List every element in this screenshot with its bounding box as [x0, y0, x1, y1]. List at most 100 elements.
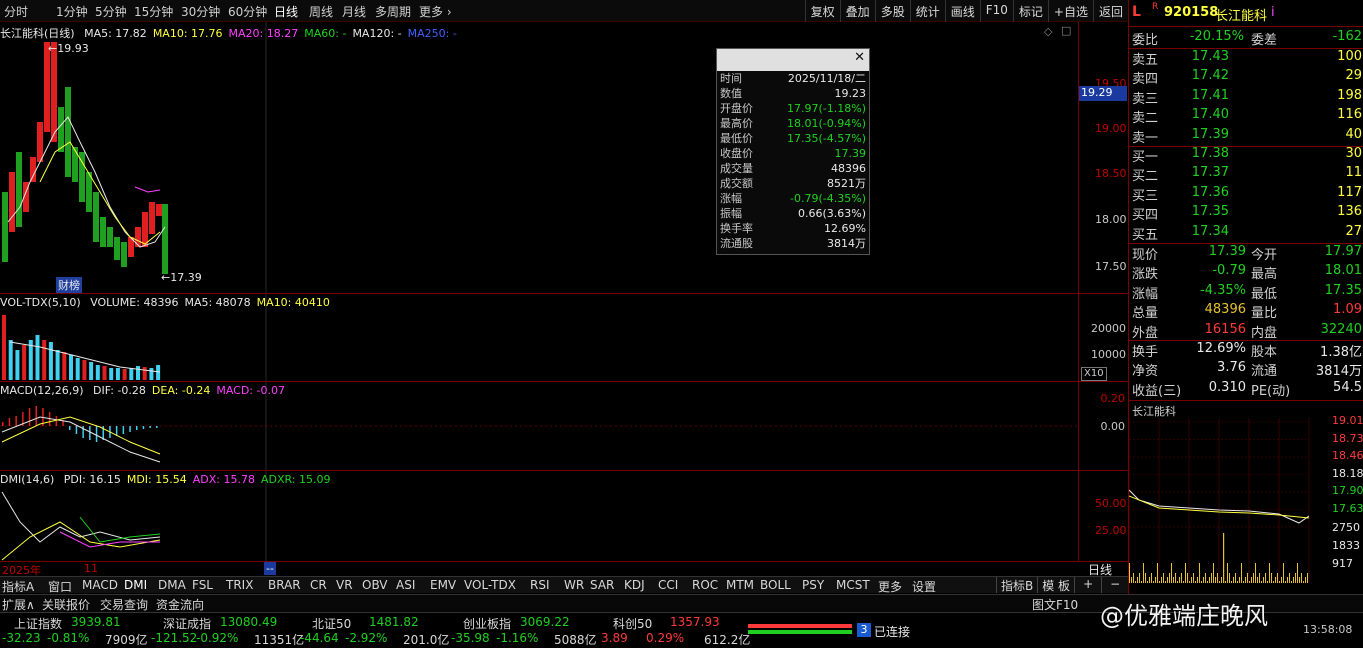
indicator-tab[interactable]: 指标A — [2, 578, 34, 595]
bid-row[interactable]: 买四 17.35 136 — [1129, 204, 1363, 223]
indicator-tab[interactable]: 窗口 — [48, 578, 72, 595]
tab-monthly[interactable]: 月线 — [342, 3, 366, 20]
macd-indicator-title[interactable]: MACD(12,26,9) — [0, 384, 84, 397]
ask-row[interactable]: 卖三 17.41 198 — [1129, 88, 1363, 107]
template-tab[interactable]: 模 板 — [1037, 577, 1074, 593]
index-name[interactable]: 创业板指 — [463, 615, 511, 632]
tab-5min[interactable]: 5分钟 — [95, 3, 127, 20]
intraday-volume-bar — [1135, 581, 1136, 583]
tab-more[interactable]: 更多 › — [419, 3, 452, 20]
tooltip-header[interactable]: ✕ — [717, 49, 869, 71]
volume-bar — [129, 368, 134, 380]
index-name[interactable]: 上证指数 — [14, 615, 62, 632]
expand-button[interactable]: 扩展∧ — [2, 596, 35, 613]
indicator-tab[interactable]: 更多 — [878, 578, 902, 595]
intraday-volume-bar — [1187, 573, 1188, 583]
indicator-tab[interactable]: KDJ — [624, 578, 645, 592]
index-name[interactable]: 北证50 — [312, 615, 351, 632]
indicator-tab[interactable]: VOL-TDX — [464, 578, 516, 592]
indicator-tab[interactable]: RSI — [530, 578, 550, 592]
indicator-tab[interactable]: VR — [336, 578, 353, 592]
indicator-tab[interactable]: CCI — [658, 578, 678, 592]
indicator-b-tab[interactable]: 指标B — [996, 577, 1037, 593]
dmi-indicator-title[interactable]: DMI(14,6) — [0, 473, 54, 486]
f10-graphic-tab[interactable]: 图文F10 — [1032, 596, 1078, 613]
draw-line-button[interactable]: 画线 — [944, 0, 980, 22]
indicator-tab[interactable]: 设置 — [912, 578, 936, 595]
close-icon[interactable]: ✕ — [854, 50, 865, 65]
low-price-label: 17.39 — [170, 271, 202, 284]
bid-row[interactable]: 买三 17.36 117 — [1129, 185, 1363, 204]
indicator-tab[interactable]: MCST — [836, 578, 870, 592]
tooltip-row: 最低价 17.35(-4.57%) — [717, 131, 869, 146]
window-toggle-icon[interactable]: □ — [1061, 24, 1071, 37]
intraday-minichart[interactable] — [1129, 418, 1363, 593]
tab-60min[interactable]: 60分钟 — [228, 3, 267, 20]
intraday-volume-bar — [1231, 581, 1232, 583]
trade-query-tab[interactable]: 交易查询 — [100, 596, 148, 613]
bid-row[interactable]: 买五 17.34 27 — [1129, 224, 1363, 243]
add-watchlist-button[interactable]: +自选 — [1047, 0, 1093, 22]
panel-divider — [0, 470, 1128, 471]
indicator-tab[interactable]: DMA — [158, 578, 186, 592]
indicator-tab[interactable]: BOLL — [760, 578, 791, 592]
tab-daily[interactable]: 日线 — [274, 3, 298, 20]
adjust-button[interactable]: 复权 — [804, 0, 840, 22]
indicator-tab[interactable]: DMI — [124, 578, 147, 592]
back-button[interactable]: 返回 — [1092, 0, 1128, 22]
macd-histogram-bar — [8, 418, 11, 426]
intraday-volume-bar — [1175, 573, 1176, 583]
indicator-tab[interactable]: WR — [564, 578, 584, 592]
intraday-volume-bar — [1171, 563, 1172, 583]
fund-flow-tab[interactable]: 资金流向 — [156, 596, 204, 613]
zoom-in-button[interactable]: + — [1074, 577, 1101, 593]
tab-multi-period[interactable]: 多周期 — [375, 3, 411, 20]
multi-stock-button[interactable]: 多股 — [874, 0, 910, 22]
indicator-tab[interactable]: EMV — [430, 578, 456, 592]
stats-button[interactable]: 统计 — [909, 0, 945, 22]
intraday-volume-bar — [1281, 577, 1282, 583]
indicator-tab[interactable]: MTM — [726, 578, 754, 592]
volume-bar — [89, 362, 94, 380]
tab-1min[interactable]: 1分钟 — [56, 3, 88, 20]
ask-row[interactable]: 卖四 17.42 29 — [1129, 68, 1363, 87]
f10-button[interactable]: F10 — [979, 0, 1013, 22]
candle — [100, 217, 106, 247]
tab-weekly[interactable]: 周线 — [309, 3, 333, 20]
indicator-tab[interactable]: MACD — [82, 578, 118, 592]
indicator-tab[interactable]: TRIX — [226, 578, 253, 592]
related-quote-tab[interactable]: 关联报价 — [42, 596, 90, 613]
index-name[interactable]: 深证成指 — [163, 615, 211, 632]
info-icon[interactable]: i — [1271, 5, 1275, 20]
zoom-out-button[interactable]: − — [1101, 577, 1128, 593]
ask-row[interactable]: 卖一 17.39 40 — [1129, 127, 1363, 146]
diamond-icon[interactable]: ◇ — [1044, 25, 1052, 38]
main-panel-header: 长江能科(日线) MA5: 17.82 MA10: 17.76 MA20: 18.2… — [0, 25, 469, 41]
tab-fenshi[interactable]: 分时 — [4, 3, 28, 20]
mark-button[interactable]: 标记 — [1012, 0, 1048, 22]
tab-15min[interactable]: 15分钟 — [134, 3, 173, 20]
overlay-button[interactable]: 叠加 — [839, 0, 875, 22]
indicator-tab[interactable]: CR — [310, 578, 327, 592]
event-tag[interactable]: 财榜 — [56, 277, 82, 293]
index-change: -44.64 — [300, 631, 339, 645]
bid-row[interactable]: 买一 17.38 30 — [1129, 146, 1363, 165]
macd-histogram-bar — [122, 426, 125, 434]
tab-30min[interactable]: 30分钟 — [181, 3, 220, 20]
ask-row[interactable]: 卖二 17.40 116 — [1129, 107, 1363, 126]
fund-label: 流通 — [1251, 364, 1278, 380]
indicator-tab[interactable]: SAR — [590, 578, 614, 592]
indicator-tab[interactable]: OBV — [362, 578, 388, 592]
indicator-tab[interactable]: ROC — [692, 578, 718, 592]
macd-histogram-bar — [129, 426, 131, 432]
indicator-tab[interactable]: PSY — [802, 578, 824, 592]
ask-row[interactable]: 卖五 17.43 100 — [1129, 49, 1363, 68]
volume-indicator-title[interactable]: VOL-TDX(5,10) — [0, 296, 81, 309]
intraday-volume-bar — [1241, 563, 1242, 583]
indicator-tab[interactable]: BRAR — [268, 578, 301, 592]
indicator-tab[interactable]: FSL — [192, 578, 213, 592]
bid-row[interactable]: 买二 17.37 11 — [1129, 165, 1363, 184]
index-name[interactable]: 科创50 — [613, 615, 652, 632]
indicator-tab[interactable]: ASI — [396, 578, 415, 592]
bid-label: 买五 — [1132, 227, 1159, 243]
